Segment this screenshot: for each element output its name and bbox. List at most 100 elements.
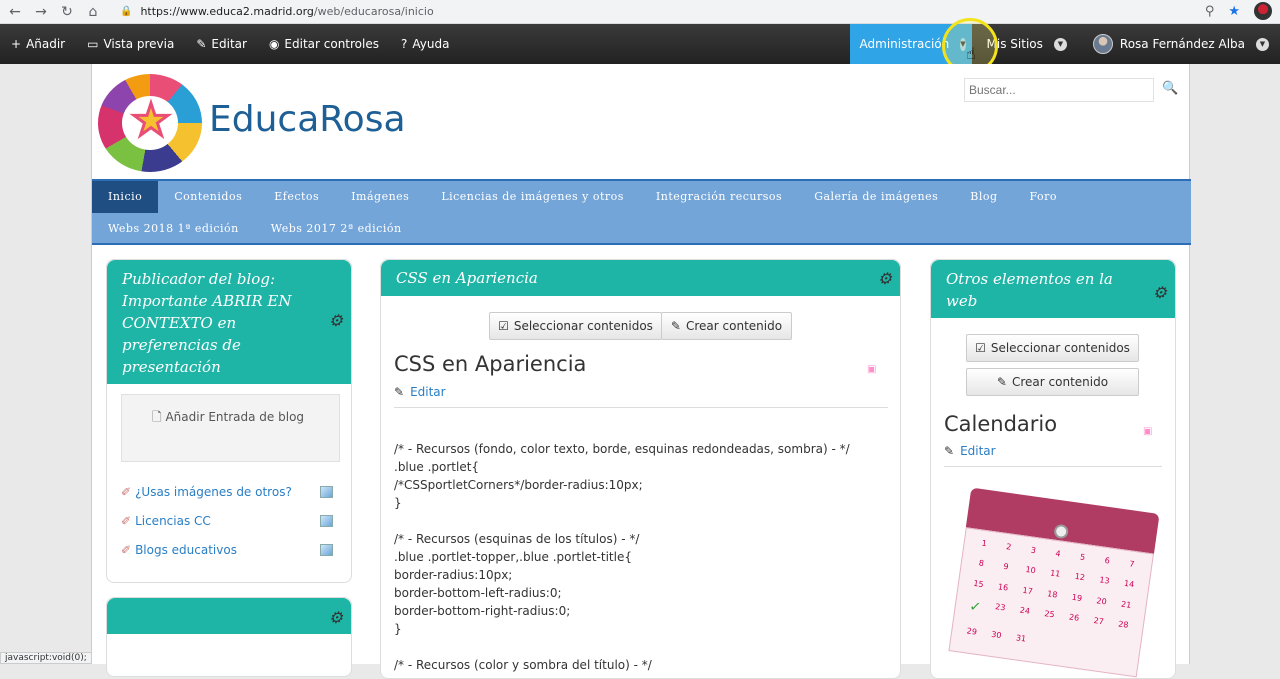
css-portlet: CSS en Apariencia ⚙ ☑ Seleccionar conteni…: [380, 259, 901, 679]
nav-item[interactable]: Contenidos: [158, 181, 258, 213]
other-elements-portlet: Otros elementos en la web ⚙ ☑ Seleccionar…: [930, 259, 1176, 679]
configure-icon[interactable]: ▣: [1143, 426, 1155, 438]
blog-entry-icon: ✐: [121, 543, 132, 557]
edit-icon: ✎: [944, 444, 955, 458]
select-content-button[interactable]: ☑ Seleccionar contenidos: [489, 312, 662, 340]
calendar-day: 12: [1074, 572, 1086, 583]
css-code-content: /* - Recursos (fondo, color texto, borde…: [394, 442, 850, 672]
calendar-day: 30: [990, 629, 1003, 640]
search-icon[interactable]: 🔍: [1162, 81, 1178, 96]
forward-icon[interactable]: →: [30, 1, 52, 23]
calendar-day: 14: [1123, 579, 1135, 590]
edit-icon: ✎: [394, 385, 405, 399]
gear-icon[interactable]: ⚙: [329, 607, 343, 629]
list-item[interactable]: ✐ Licencias CC: [121, 514, 333, 528]
blog-entry-icon: ✐: [121, 514, 132, 528]
edit-article-link[interactable]: ✎ Editar: [394, 385, 446, 399]
portlet-title: CSS en Apariencia ⚙: [381, 260, 900, 296]
blog-entry-icon: ✐: [121, 485, 132, 499]
preview-button[interactable]: ▭ Vista previa: [76, 24, 185, 64]
calendar-day: ✓: [968, 598, 983, 617]
help-button[interactable]: ? Ayuda: [390, 24, 460, 64]
monitor-icon: ▭: [87, 37, 99, 51]
search-input[interactable]: [964, 78, 1154, 102]
list-item[interactable]: ✐ Blogs educativos: [121, 543, 333, 557]
plus-icon: +: [11, 37, 22, 51]
profile-avatar[interactable]: [1254, 2, 1272, 20]
calendar-grid: 1 2 3 4 5 6 7 8 9 10 11 12 13 14 15 16 17 18 19 20 21 ✓ 23 24 25…: [948, 527, 1154, 678]
pencil-icon: ✎: [670, 319, 681, 333]
add-entry-label: Añadir Entrada de blog: [165, 410, 305, 424]
browser-toolbar: ← → ↻ ⌂ 🔒 https://www.educa2.madrid.org/…: [0, 0, 1280, 24]
user-menu[interactable]: Rosa Fernández Alba ▼: [1082, 24, 1280, 64]
create-content-button[interactable]: ✎ Crear contenido: [966, 368, 1139, 396]
main-navigation: Inicio Contenidos Efectos Imágenes Licencias…: [92, 179, 1191, 245]
nav-item[interactable]: Foro: [1014, 181, 1074, 213]
nav-item[interactable]: Inicio: [92, 181, 159, 213]
select-label: Seleccionar contenidos: [513, 319, 653, 333]
url-text: https://www.educa2.madrid.org/web/educar…: [140, 5, 434, 18]
configure-icon[interactable]: ▣: [867, 364, 879, 376]
list-item[interactable]: ✐ ¿Usas imágenes de otros?: [121, 485, 333, 499]
calendar-day: 27: [1093, 616, 1105, 627]
site-logo[interactable]: ★: [98, 74, 202, 172]
calendar-day: 8: [978, 558, 985, 569]
portlet-title-text: Otros elementos en la web: [946, 270, 1113, 310]
add-blog-entry-button[interactable]: 🗋 Añadir Entrada de blog: [121, 394, 340, 462]
portlet-title: Otros elementos en la web ⚙: [931, 260, 1175, 318]
portlet-title: Publicador del blog: Importante ABRIR EN…: [107, 260, 351, 384]
gear-icon[interactable]: ⚙: [878, 268, 892, 290]
gear-icon[interactable]: ⚙: [1153, 282, 1167, 304]
nav-item[interactable]: Integración recursos: [640, 181, 798, 213]
nav-item[interactable]: Efectos: [258, 181, 335, 213]
select-content-button[interactable]: ☑ Seleccionar contenidos: [966, 334, 1139, 362]
image-icon: [320, 486, 333, 498]
divider: [944, 466, 1162, 467]
edit-controls-label: Editar controles: [284, 37, 379, 51]
document-icon: 🗋: [152, 410, 166, 424]
nav-item[interactable]: Webs 2017 2ª edición: [255, 213, 418, 245]
edit-button[interactable]: ✎ Editar: [185, 24, 258, 64]
calendar-day: 23: [994, 602, 1006, 613]
calendar-day: 13: [1098, 575, 1111, 587]
edit-controls-button[interactable]: ◉ Editar controles: [258, 24, 390, 64]
zoom-icon[interactable]: ⚲: [1205, 4, 1215, 19]
calendar-day: 2: [1005, 542, 1012, 552]
home-icon[interactable]: ⌂: [82, 1, 104, 23]
image-icon: [320, 515, 333, 527]
calendar-day: 20: [1095, 595, 1108, 607]
gear-icon[interactable]: ⚙: [329, 310, 343, 332]
create-label: Crear contenido: [685, 319, 783, 333]
reload-icon[interactable]: ↻: [56, 1, 78, 23]
calendar-day: 9: [1002, 562, 1010, 572]
check-square-icon: ☑: [498, 319, 509, 333]
link-text: Licencias CC: [135, 514, 211, 528]
status-bar: javascript:void(0);: [0, 652, 92, 664]
nav-item[interactable]: Licencias de imágenes y otros: [425, 181, 640, 213]
user-name: Rosa Fernández Alba: [1119, 37, 1245, 51]
calendar-day: 21: [1120, 599, 1132, 610]
check-square-icon: ☑: [975, 341, 986, 355]
edit-calendar-link[interactable]: ✎ Editar: [944, 444, 996, 458]
create-label: Crear contenido: [1011, 375, 1109, 389]
address-bar[interactable]: 🔒 https://www.educa2.madrid.org/web/educ…: [120, 2, 1270, 22]
site-title[interactable]: EducaRosa: [209, 99, 406, 140]
calendar-day: 19: [1071, 592, 1083, 603]
calendar-image: 1 2 3 4 5 6 7 8 9 10 11 12 13 14 15 16 17 18 19 20 21 ✓ 23 24 25…: [948, 487, 1160, 678]
add-button[interactable]: + Añadir: [0, 24, 76, 64]
edit-label: Editar: [211, 37, 247, 51]
calendar-day: 16: [997, 582, 1009, 593]
nav-item[interactable]: Webs 2018 1ª edición: [92, 213, 255, 245]
portlet-title: ⚙: [107, 598, 351, 634]
calendar-day: 7: [1128, 559, 1136, 569]
nav-item[interactable]: Imágenes: [335, 181, 425, 213]
bookmark-star-icon[interactable]: ★: [1228, 4, 1240, 19]
calendar-day: 24: [1019, 605, 1031, 617]
nav-item[interactable]: Galería de imágenes: [798, 181, 954, 213]
back-icon[interactable]: ←: [4, 1, 26, 23]
create-content-button[interactable]: ✎ Crear contenido: [661, 312, 792, 340]
calendar-day: 5: [1079, 552, 1086, 563]
pencil-icon: ✎: [996, 375, 1007, 389]
article-title: CSS en Apariencia: [394, 352, 587, 376]
nav-item[interactable]: Blog: [954, 181, 1013, 213]
